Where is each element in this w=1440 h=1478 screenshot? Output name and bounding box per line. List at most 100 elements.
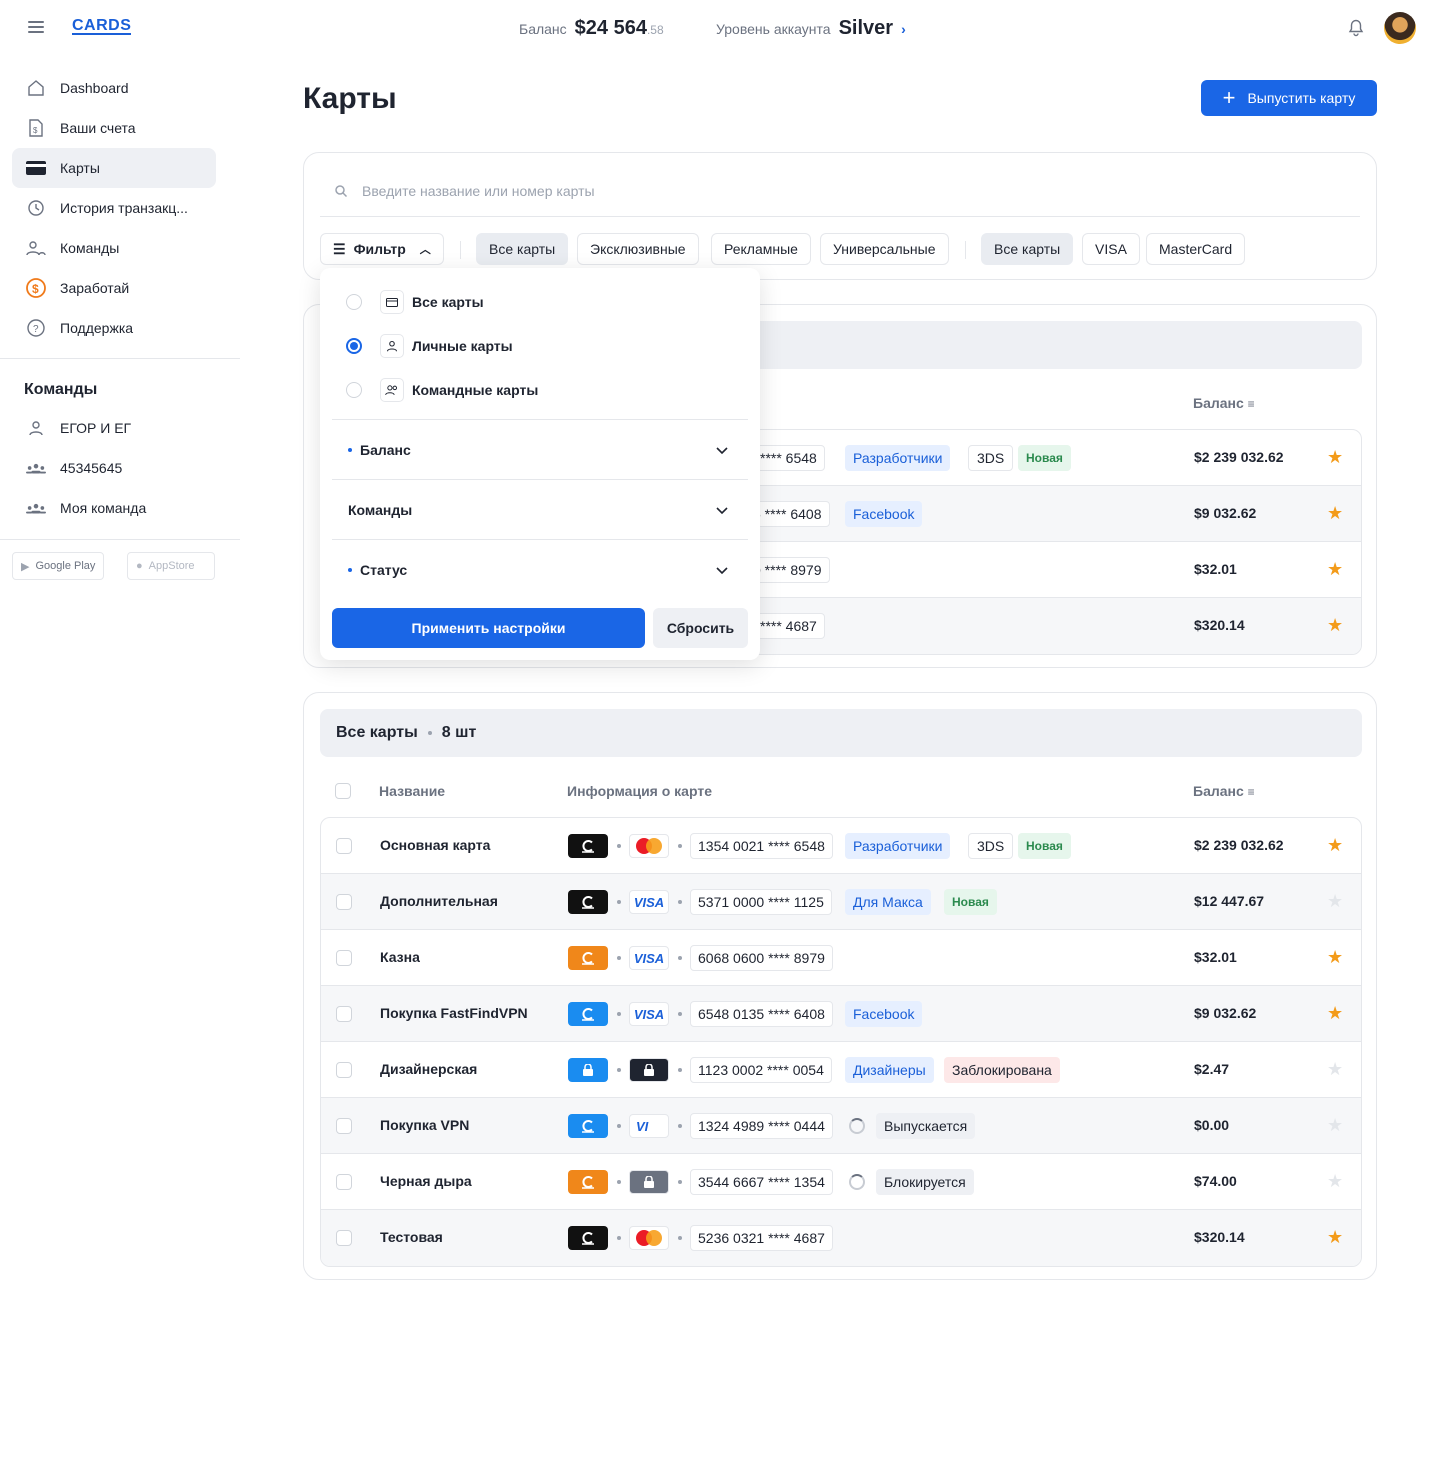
balance-cents: .58 (646, 23, 664, 37)
star-empty-icon[interactable]: ★ (1327, 892, 1343, 910)
issue-card-button[interactable]: + Выпустить карту (1201, 80, 1377, 116)
dropdown-option[interactable]: Командные карты (346, 378, 538, 402)
bell-icon[interactable] (1348, 19, 1364, 37)
card-number: 6548 0135 **** 6408 (690, 1001, 833, 1027)
card-balance: $74.00 (1194, 1173, 1237, 1189)
dropdown-section-1[interactable]: Баланс (332, 419, 748, 479)
nav-item-3[interactable]: Моя команда (12, 488, 216, 528)
filter-chip-type[interactable]: Все карты (476, 233, 569, 265)
svg-text:$: $ (33, 126, 38, 135)
mastercard-icon (629, 834, 669, 858)
card-name: Покупка FastFindVPN (380, 1005, 528, 1021)
star-filled-icon[interactable]: ★ (1327, 504, 1343, 522)
tag-new: Новая (944, 889, 997, 915)
nav-item-7[interactable]: ? Поддержка (12, 308, 216, 348)
table-row[interactable]: Покупка VPN VI 1324 4989 **** 0444 Выпускае… (321, 1098, 1361, 1154)
select-all-checkbox[interactable] (335, 783, 351, 799)
dropdown-section-2[interactable]: Команды (332, 479, 748, 539)
star-empty-icon[interactable]: ★ (1327, 1172, 1343, 1190)
card-balance: $2 239 032.62 (1194, 449, 1284, 465)
balance-column-header[interactable]: Баланс ≡ (1193, 395, 1255, 411)
card-brand-icon (568, 1114, 608, 1138)
separator-dot (617, 956, 621, 960)
nav-item-1[interactable]: ЕГОР И ЕГ (12, 408, 216, 448)
filter-chip-type[interactable]: Универсальные (820, 233, 949, 265)
active-dot (348, 567, 352, 572)
row-checkbox[interactable] (336, 1174, 352, 1190)
filter-chip-network[interactable]: MasterCard (1146, 233, 1246, 265)
filter-chip-network[interactable]: VISA (1082, 233, 1140, 265)
dropdown-section-3[interactable]: Статус (332, 539, 748, 599)
card-number: 5236 0321 **** 4687 (690, 1225, 833, 1251)
table-row[interactable]: Покупка FastFindVPN VISA 6548 0135 **** 64… (321, 986, 1361, 1042)
radio-button[interactable] (346, 382, 362, 398)
radio-button[interactable] (346, 294, 362, 310)
row-checkbox[interactable] (336, 950, 352, 966)
row-checkbox[interactable] (336, 1230, 352, 1246)
row-checkbox[interactable] (336, 1062, 352, 1078)
filter-chip-network[interactable]: Все карты (981, 233, 1074, 265)
row-checkbox[interactable] (336, 894, 352, 910)
row-checkbox[interactable] (336, 838, 352, 854)
card-name: Казна (380, 949, 420, 965)
avatar[interactable] (1384, 12, 1416, 44)
account-balance: Баланс $24 564 .58 (519, 17, 664, 40)
star-filled-icon[interactable]: ★ (1327, 1004, 1343, 1022)
table-row[interactable]: Основная карта 1354 0021 **** 6548 Разрабо… (321, 818, 1361, 874)
nav-item-3[interactable]: Карты (12, 148, 216, 188)
card-brand-icon (568, 834, 608, 858)
separator-dot (678, 1236, 682, 1240)
star-empty-icon[interactable]: ★ (1327, 1116, 1343, 1134)
filter-button[interactable]: ☰ Фильтр ︿ (320, 233, 444, 265)
star-filled-icon[interactable]: ★ (1327, 560, 1343, 578)
svg-text:$: $ (32, 282, 39, 296)
search-input[interactable]: Введите название или номер карты (320, 165, 1360, 217)
apply-button[interactable]: Применить настройки (332, 608, 645, 648)
user-icon (380, 334, 404, 358)
tag-new: Новая (1018, 445, 1071, 471)
nav-item-6[interactable]: $ Заработай (12, 268, 216, 308)
chevron-right-icon[interactable]: › (901, 21, 906, 37)
balance-column-header[interactable]: Баланс ≡ (1193, 783, 1255, 799)
table-row[interactable]: Дополнительная VISA 5371 0000 **** 1125 Для… (321, 874, 1361, 930)
card-number: 1354 0021 **** 6548 (690, 833, 833, 859)
google-play-button[interactable]: ▶ Google Play (12, 552, 105, 580)
search-placeholder: Введите название или номер карты (362, 182, 595, 199)
radio-button[interactable] (346, 338, 362, 354)
table-row[interactable]: Черная дыра 3544 6667 **** 1354 Блокируетс… (321, 1154, 1361, 1210)
dropdown-option[interactable]: Все карты (346, 290, 484, 314)
nav-item-1[interactable]: Dashboard (12, 68, 216, 108)
logo[interactable]: CARDS (72, 18, 132, 35)
chevron-down-icon (716, 442, 728, 458)
dropdown-option[interactable]: Личные карты (346, 334, 513, 358)
row-checkbox[interactable] (336, 1006, 352, 1022)
menu-icon[interactable] (28, 21, 44, 33)
nav-item-5[interactable]: Команды (12, 228, 216, 268)
lock-icon (568, 1058, 608, 1082)
nav-item-label: 45345645 (60, 460, 123, 476)
table-row[interactable]: Казна VISA 6068 0600 **** 8979 $32.01 ★ (321, 930, 1361, 986)
reset-button[interactable]: Сбросить (653, 608, 748, 648)
app-store-button[interactable]: ● AppStore (127, 552, 215, 580)
sliders-icon: ☰ (333, 240, 346, 257)
table-row[interactable]: Дизайнерская 1123 0002 **** 0054 Дизайнеры… (321, 1042, 1361, 1098)
star-filled-icon[interactable]: ★ (1327, 836, 1343, 854)
nav-item-4[interactable]: История транзакц... (12, 188, 216, 228)
row-checkbox[interactable] (336, 1118, 352, 1134)
visa-icon: VISA (629, 946, 669, 970)
star-filled-icon[interactable]: ★ (1327, 616, 1343, 634)
star-empty-icon[interactable]: ★ (1327, 1060, 1343, 1078)
teams-title: Команды (24, 381, 98, 398)
star-filled-icon[interactable]: ★ (1327, 448, 1343, 466)
table-row[interactable]: Тестовая 5236 0321 **** 4687 $320.14 ★ (321, 1210, 1361, 1266)
filter-chip-type[interactable]: Рекламные (711, 233, 811, 265)
star-filled-icon[interactable]: ★ (1327, 948, 1343, 966)
nav-item-2[interactable]: $ Ваши счета (12, 108, 216, 148)
star-filled-icon[interactable]: ★ (1327, 1228, 1343, 1246)
separator-dot (617, 1012, 621, 1016)
filter-chip-type[interactable]: Эксклюзивные (577, 233, 699, 265)
dropdown-option-label: Все карты (412, 294, 484, 310)
account-level[interactable]: Уровень аккаунта Silver › (716, 17, 906, 40)
nav-item-2[interactable]: 45345645 (12, 448, 216, 488)
card-balance: $32.01 (1194, 561, 1237, 577)
